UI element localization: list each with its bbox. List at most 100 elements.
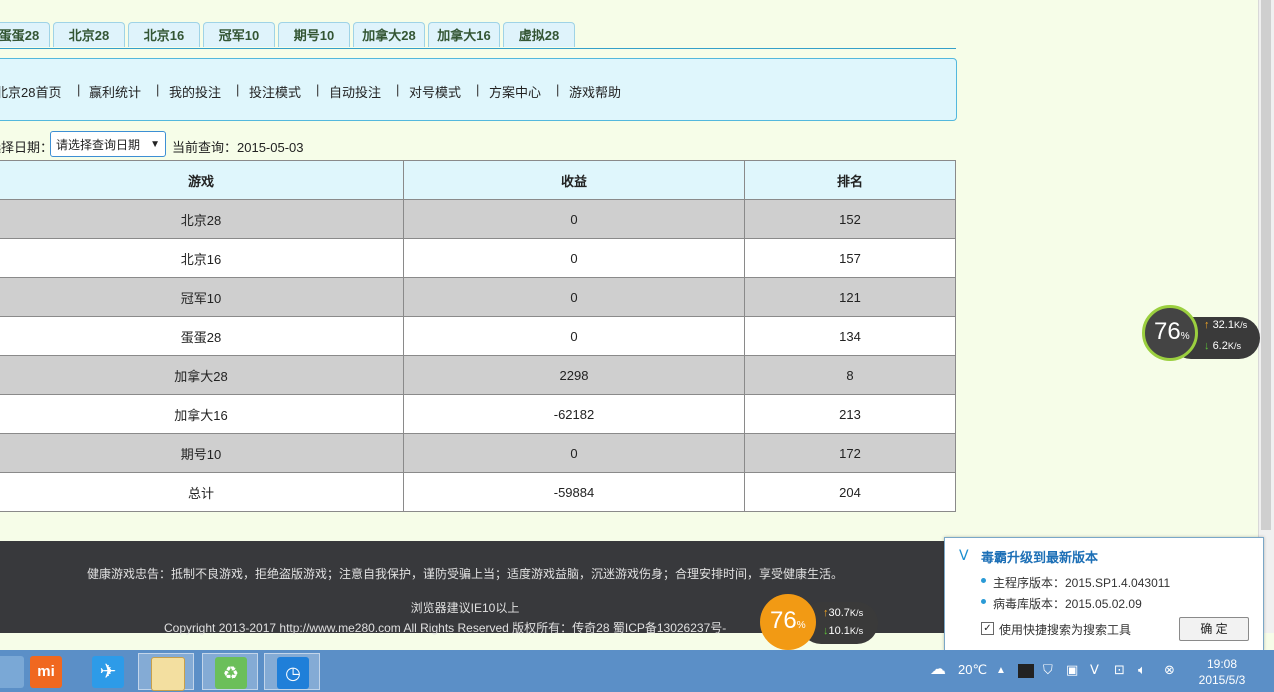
cell-game: 冠军10 [0, 277, 404, 317]
download-arrow-icon: ↓ [1204, 340, 1210, 352]
tab-jianada16[interactable]: 加拿大16 [428, 22, 500, 47]
volume-icon[interactable]: 🔈︎ [1138, 662, 1146, 678]
cell-rank: 121 [744, 277, 956, 317]
network-icon[interactable]: ⊡ [1114, 662, 1125, 678]
recycle-icon: ♻ [215, 657, 247, 689]
date-select-value: 请选择查询日期 [56, 138, 141, 152]
cell-rank: 8 [744, 355, 956, 395]
col-header-profit: 收益 [403, 160, 745, 200]
col-header-game: 游戏 [0, 160, 404, 200]
cell-rank: 134 [744, 316, 956, 356]
duba-tray-icon[interactable]: ᐯ [1090, 662, 1099, 678]
tab-xuni28[interactable]: 虚拟28 [503, 22, 575, 47]
popup-title: 毒霸升级到最新版本 [981, 550, 1099, 565]
weather-temp[interactable]: 20℃ [958, 662, 987, 678]
duba-logo-icon: ᐯ [959, 547, 969, 563]
system-clock[interactable]: 19:08 2015/5/3 [1192, 656, 1252, 688]
windows-taskbar: mi ✈ ♻ ◷ ☁ 20℃ ▲ ⛉ ▣ ᐯ ⊡ 🔈︎ ⊗ 19:08 2015… [0, 650, 1274, 692]
table-header-row: 游戏 收益 排名 [0, 160, 956, 200]
nav-game-help[interactable]: 游戏帮助 [569, 82, 621, 101]
shield-icon[interactable]: ⛉ [1043, 662, 1053, 678]
stats-table: 游戏 收益 排名 北京28 0 152 北京16 0 157 冠军10 0 12… [0, 160, 956, 512]
upload-speed: ↑30.7K/s [823, 607, 864, 619]
nav-separator: | [396, 82, 400, 97]
table-row: 冠军10 0 121 [0, 277, 956, 317]
tab-beijing16[interactable]: 北京16 [128, 22, 200, 47]
nav-separator: | [476, 82, 480, 97]
quick-search-label: 使用快捷搜索为搜索工具 [999, 623, 1132, 637]
cell-game: 北京28 [0, 199, 404, 239]
cell-game: 加拿大28 [0, 355, 404, 395]
bird-icon: ✈ [92, 656, 124, 688]
table-row: 加拿大28 2298 8 [0, 355, 956, 395]
nav-home[interactable]: 北京28首页 [0, 82, 61, 101]
cell-profit: -59884 [403, 472, 745, 512]
tab-guanjun10[interactable]: 冠军10 [203, 22, 275, 47]
nav-number-mode[interactable]: 对号模式 [409, 82, 461, 101]
tab-dandan28[interactable]: 蛋蛋28 [0, 22, 50, 47]
cell-game: 总计 [0, 472, 404, 512]
network-speed-widget-2[interactable]: 76% ↑30.7K/s ↓10.1K/s [760, 594, 878, 650]
mi-icon: mi [30, 656, 62, 688]
table-row: 期号10 0 172 [0, 433, 956, 473]
scrollbar-thumb[interactable] [1261, 0, 1271, 530]
quick-search-checkbox[interactable]: ✓ [981, 622, 994, 635]
clock-time: 19:08 [1206, 657, 1238, 671]
table-row: 加拿大16 -62182 213 [0, 394, 956, 434]
nav-bet-mode[interactable]: 投注模式 [249, 82, 301, 101]
game-tabs: 蛋蛋28 北京28 北京16 冠军10 期号10 加拿大28 加拿大16 虚拟2… [0, 22, 956, 49]
table-row: 北京16 0 157 [0, 238, 956, 278]
chuanqi28-icon [151, 657, 185, 691]
network-monitor-icon[interactable]: ▣ [1066, 662, 1078, 678]
cell-rank: 213 [744, 394, 956, 434]
taskbar-button-bird[interactable]: ✈ [80, 653, 136, 690]
bullet-icon [981, 578, 986, 583]
table-row: 北京28 0 152 [0, 199, 956, 239]
cell-game: 加拿大16 [0, 394, 404, 434]
browser-icon: ◷ [277, 657, 309, 689]
cell-game: 蛋蛋28 [0, 316, 404, 356]
clock-date: 2015/5/3 [1198, 673, 1246, 687]
nav-my-bets[interactable]: 我的投注 [169, 82, 221, 101]
dropdown-arrow-icon: ▼ [150, 139, 160, 150]
confirm-button[interactable]: 确 定 [1179, 617, 1249, 641]
date-select[interactable]: 请选择查询日期 ▼ [50, 131, 166, 157]
footer-health-notice: 健康游戏忠告：抵制不良游戏，拒绝盗版游戏；注意自我保护，谨防受骗上当；适度游戏益… [86, 567, 843, 581]
tab-jianada28[interactable]: 加拿大28 [353, 22, 425, 47]
upload-speed: ↑ 32.1K/s [1204, 319, 1248, 331]
ime-icon[interactable] [1018, 664, 1034, 678]
show-hidden-icons-icon[interactable]: ▲ [996, 665, 1006, 676]
close-circle-icon[interactable]: ⊗ [1164, 662, 1175, 678]
nav-separator: | [156, 82, 160, 97]
memory-percent: 76% [770, 607, 806, 634]
nav-plan-center[interactable]: 方案中心 [489, 82, 541, 101]
cell-rank: 157 [744, 238, 956, 278]
nav-auto-bet[interactable]: 自动投注 [329, 82, 381, 101]
cell-rank: 152 [744, 199, 956, 239]
col-header-rank: 排名 [744, 160, 956, 200]
memory-percent: 76% [1154, 318, 1190, 345]
download-speed: ↓ 6.2K/s [1204, 340, 1242, 352]
cell-rank: 204 [744, 472, 956, 512]
taskbar-button-chuanqi28[interactable] [138, 653, 194, 691]
nav-separator: | [316, 82, 320, 97]
cell-rank: 172 [744, 433, 956, 473]
nav-separator: | [556, 82, 560, 97]
cell-game: 北京16 [0, 238, 404, 278]
network-speed-widget[interactable]: 76% ↑ 32.1K/s ↓ 6.2K/s [1142, 305, 1260, 365]
taskbar-button-recycle[interactable]: ♻ [202, 653, 258, 690]
sub-nav: 北京28首页 | 赢利统计 | 我的投注 | 投注模式 | 自动投注 | 对号模… [0, 58, 957, 121]
cell-profit: 0 [403, 433, 745, 473]
download-speed: ↓10.1K/s [823, 625, 864, 637]
table-row-total: 总计 -59884 204 [0, 472, 956, 512]
tab-qihao10[interactable]: 期号10 [278, 22, 350, 47]
cell-profit: -62182 [403, 394, 745, 434]
taskbar-button-browser[interactable]: ◷ [264, 653, 320, 690]
bullet-icon [981, 599, 986, 604]
nav-profit-stats[interactable]: 赢利统计 [89, 82, 141, 101]
cell-profit: 2298 [403, 355, 745, 395]
weather-cloud-icon[interactable]: ☁ [930, 659, 946, 679]
tab-beijing28[interactable]: 北京28 [53, 22, 125, 47]
taskbar-button-mi[interactable]: mi [18, 653, 74, 690]
upload-arrow-icon: ↑ [1204, 319, 1210, 331]
